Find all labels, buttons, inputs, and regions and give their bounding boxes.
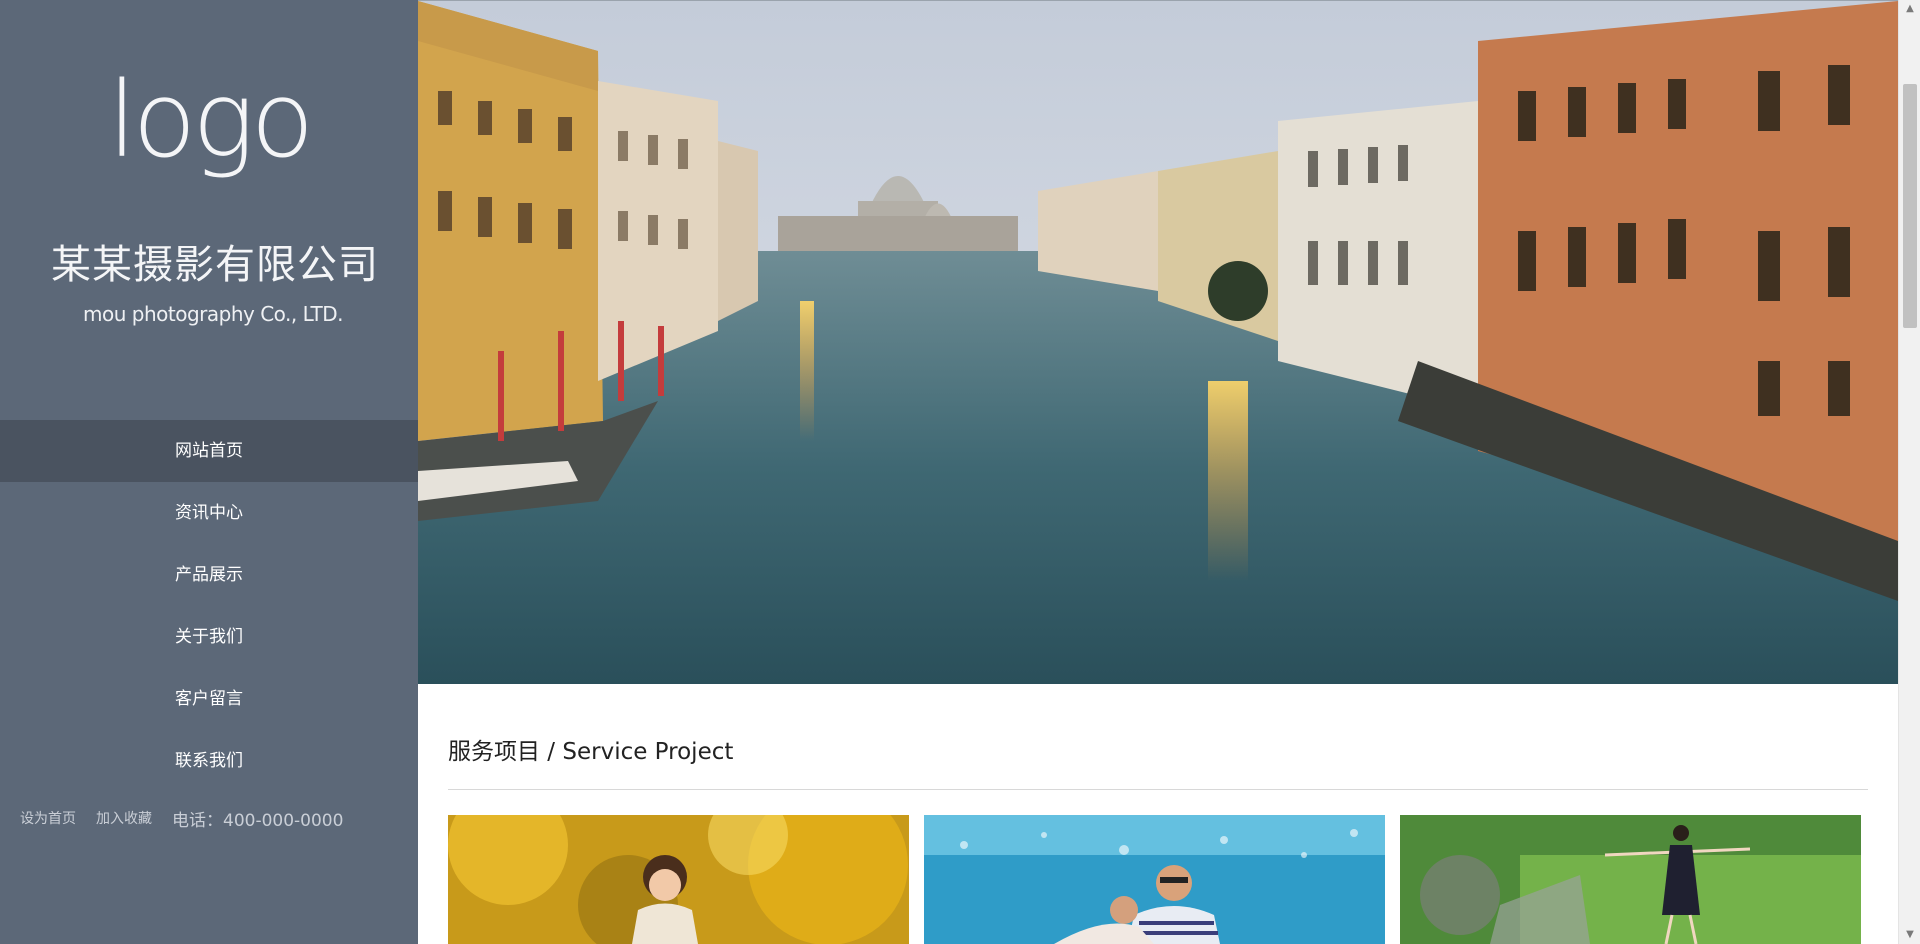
venice-canal-photo [418,1,1898,685]
nav-item-contact[interactable]: 联系我们 [0,730,418,792]
vertical-scrollbar[interactable]: ▲ ▼ [1898,0,1920,944]
couple-beach-photo [924,815,1385,944]
section-divider [448,789,1868,790]
nav-item-messages[interactable]: 客户留言 [0,668,418,730]
service-item-2[interactable] [924,815,1385,944]
scrollbar-thumb[interactable] [1903,84,1917,328]
nav-item-news[interactable]: 资讯中心 [0,482,418,544]
company-name-en: mou photography Co., LTD. [83,302,343,326]
services-section: 服务项目 / Service Project [418,684,1898,944]
section-title: 服务项目 / Service Project [448,739,734,765]
nav-item-products[interactable]: 产品展示 [0,544,418,606]
main-nav: 网站首页 资讯中心 产品展示 关于我们 客户留言 联系我们 [0,420,418,792]
girl-garden-photo [1400,815,1861,944]
company-name-cn: 某某摄影有限公司 [51,242,379,288]
set-homepage-link[interactable]: 设为首页 [20,808,76,828]
nav-item-about[interactable]: 关于我们 [0,606,418,668]
hero-banner [418,0,1898,685]
phone-number: 电话：400-000-0000 [172,810,344,831]
scroll-down-arrow-icon[interactable]: ▼ [1899,926,1920,944]
sidebar-footer: 设为首页 加入收藏 电话：400-000-0000 [20,806,344,831]
scroll-up-arrow-icon[interactable]: ▲ [1899,0,1920,18]
nav-item-home[interactable]: 网站首页 [0,420,418,482]
service-item-3[interactable] [1400,815,1861,944]
logo[interactable]: logo [0,68,418,172]
sidebar: logo 某某摄影有限公司 mou photography Co., LTD. … [0,0,418,944]
child-autumn-photo [448,815,909,944]
add-favorite-link[interactable]: 加入收藏 [96,808,152,828]
service-item-1[interactable] [448,815,909,944]
